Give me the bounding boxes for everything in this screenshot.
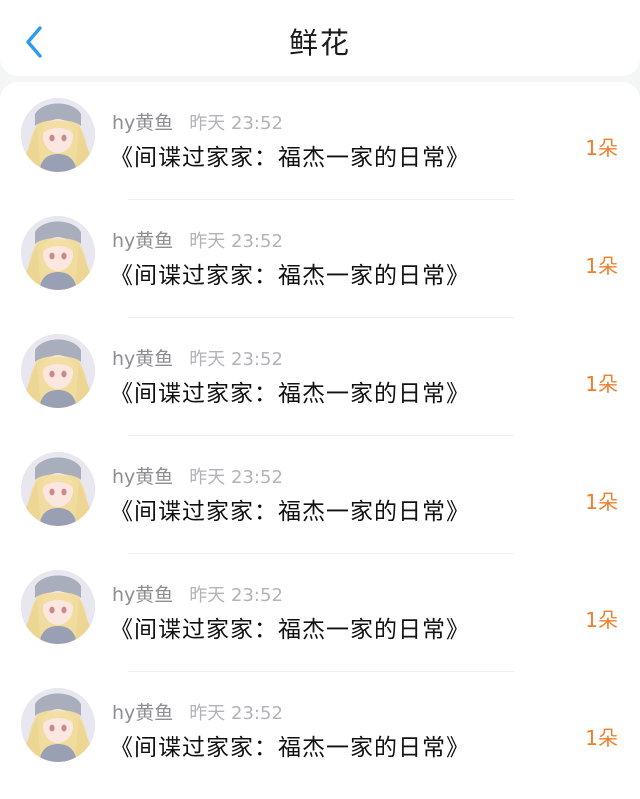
flower-record-list: hy黄鱼 昨天 23:52 《间谍过家家：福杰一家的日常》 1朵 hy黄鱼 昨天 2… bbox=[0, 82, 640, 799]
avatar[interactable] bbox=[21, 570, 95, 644]
meta-line: hy黄鱼 昨天 23:52 bbox=[112, 344, 283, 370]
timestamp: 昨天 23:52 bbox=[189, 703, 283, 724]
username[interactable]: hy黄鱼 bbox=[112, 584, 173, 606]
nav-bar: 鲜花 bbox=[0, 0, 640, 76]
username[interactable]: hy黄鱼 bbox=[112, 702, 173, 724]
meta-line: hy黄鱼 昨天 23:52 bbox=[112, 698, 283, 724]
flower-count: 1朵 bbox=[585, 136, 618, 160]
flower-count: 1朵 bbox=[585, 490, 618, 514]
list-item[interactable]: hy黄鱼 昨天 23:52 《间谍过家家：福杰一家的日常》 1朵 bbox=[0, 554, 640, 672]
book-title[interactable]: 《间谍过家家：福杰一家的日常》 bbox=[110, 610, 470, 644]
page-title: 鲜花 bbox=[288, 26, 351, 60]
list-item[interactable]: hy黄鱼 昨天 23:52 《间谍过家家：福杰一家的日常》 1朵 bbox=[0, 318, 640, 436]
timestamp: 昨天 23:52 bbox=[189, 113, 283, 134]
flower-count: 1朵 bbox=[585, 254, 618, 278]
avatar[interactable] bbox=[21, 334, 95, 408]
timestamp: 昨天 23:52 bbox=[189, 585, 283, 606]
flower-count: 1朵 bbox=[585, 726, 618, 750]
username[interactable]: hy黄鱼 bbox=[112, 348, 173, 370]
list-item[interactable]: hy黄鱼 昨天 23:52 《间谍过家家：福杰一家的日常》 1朵 bbox=[0, 436, 640, 554]
meta-line: hy黄鱼 昨天 23:52 bbox=[112, 226, 283, 252]
meta-line: hy黄鱼 昨天 23:52 bbox=[112, 462, 283, 488]
flower-count: 1朵 bbox=[585, 608, 618, 632]
book-title[interactable]: 《间谍过家家：福杰一家的日常》 bbox=[110, 374, 470, 408]
meta-line: hy黄鱼 昨天 23:52 bbox=[112, 108, 283, 134]
list-item[interactable]: hy黄鱼 昨天 23:52 《间谍过家家：福杰一家的日常》 1朵 bbox=[0, 82, 640, 200]
book-title[interactable]: 《间谍过家家：福杰一家的日常》 bbox=[110, 138, 470, 172]
timestamp: 昨天 23:52 bbox=[189, 231, 283, 252]
avatar[interactable] bbox=[21, 452, 95, 526]
username[interactable]: hy黄鱼 bbox=[112, 112, 173, 134]
book-title[interactable]: 《间谍过家家：福杰一家的日常》 bbox=[110, 492, 470, 526]
avatar[interactable] bbox=[21, 216, 95, 290]
list-item[interactable]: hy黄鱼 昨天 23:52 《间谍过家家：福杰一家的日常》 1朵 bbox=[0, 200, 640, 318]
username[interactable]: hy黄鱼 bbox=[112, 230, 173, 252]
timestamp: 昨天 23:52 bbox=[189, 467, 283, 488]
username[interactable]: hy黄鱼 bbox=[112, 466, 173, 488]
book-title[interactable]: 《间谍过家家：福杰一家的日常》 bbox=[110, 256, 470, 290]
meta-line: hy黄鱼 昨天 23:52 bbox=[112, 580, 283, 606]
book-title[interactable]: 《间谍过家家：福杰一家的日常》 bbox=[110, 728, 470, 762]
list-item[interactable]: hy黄鱼 昨天 23:52 《间谍过家家：福杰一家的日常》 1朵 bbox=[0, 672, 640, 790]
avatar[interactable] bbox=[21, 98, 95, 172]
flower-count: 1朵 bbox=[585, 372, 618, 396]
avatar[interactable] bbox=[21, 688, 95, 762]
timestamp: 昨天 23:52 bbox=[189, 349, 283, 370]
